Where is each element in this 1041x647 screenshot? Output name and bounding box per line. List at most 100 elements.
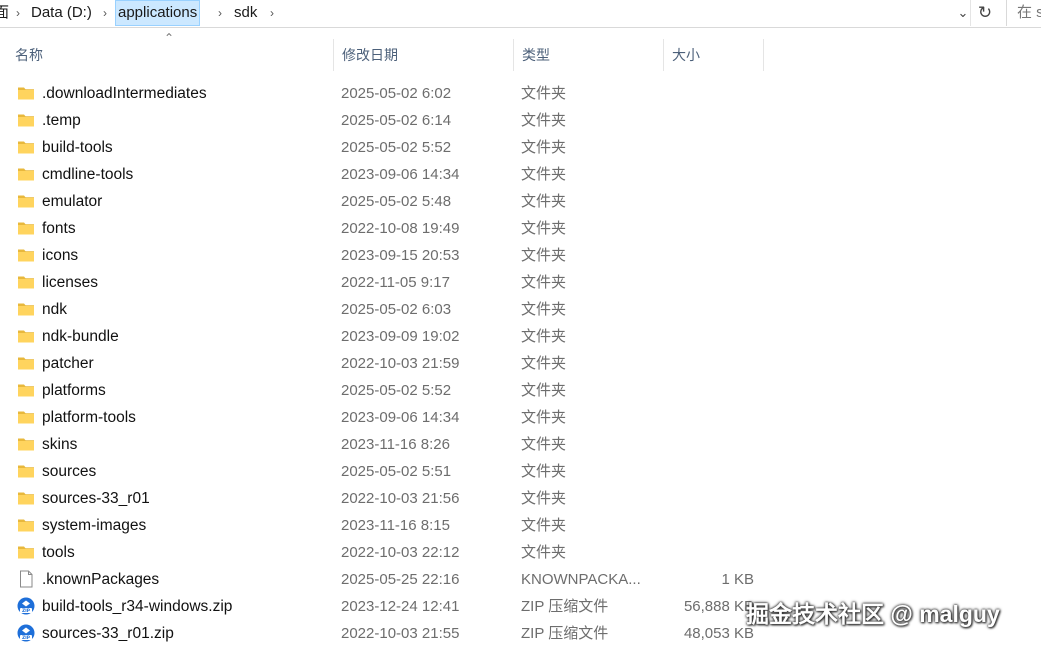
file-name: ndk-bundle [42,328,119,345]
file-size: 48,053 KB [683,625,754,642]
file-type: 文件夹 [521,544,567,561]
breadcrumb-separator-icon[interactable]: › [214,0,226,26]
file-type: ZIP 压缩文件 [521,625,609,642]
zip-icon: ZIP [17,597,35,615]
breadcrumb-item-data-drive[interactable]: Data (D:) [31,0,92,26]
file-type: 文件夹 [521,247,567,264]
file-date: 2022-10-03 22:12 [341,544,460,561]
list-item[interactable]: .downloadIntermediates 2025-05-02 6:02 文件夹 [0,80,1041,107]
folder-icon [17,139,35,155]
file-list: .downloadIntermediates 2025-05-02 6:02 文件夹… [0,80,1041,647]
folder-icon [17,517,35,533]
list-item[interactable]: cmdline-tools 2023-09-06 14:34 文件夹 [0,161,1041,188]
chevron-down-icon[interactable]: ⌄ [952,0,974,26]
file-name: .downloadIntermediates [42,85,207,102]
svg-text:ZIP: ZIP [22,635,31,641]
file-type: 文件夹 [521,328,567,345]
file-name: sources-33_r01 [42,490,150,507]
file-date: 2025-05-02 6:03 [341,301,452,318]
file-name: sources-33_r01.zip [42,625,174,642]
list-item[interactable]: licenses 2022-11-05 9:17 文件夹 [0,269,1041,296]
file-type: 文件夹 [521,355,567,372]
folder-icon [17,463,35,479]
list-item[interactable]: icons 2023-09-15 20:53 文件夹 [0,242,1041,269]
folder-icon [17,166,35,182]
file-date: 2023-12-24 12:41 [341,598,460,615]
file-date: 2023-11-16 8:26 [341,436,450,453]
file-type: 文件夹 [521,274,567,291]
file-type: 文件夹 [521,463,567,480]
file-name: icons [42,247,79,264]
file-type: 文件夹 [521,85,567,102]
list-item[interactable]: build-tools 2025-05-02 5:52 文件夹 [0,134,1041,161]
column-header-date[interactable]: 修改日期 [334,39,513,71]
file-name: system-images [42,517,147,534]
file-size: 1 KB [721,571,754,588]
file-date: 2022-10-08 19:49 [341,220,460,237]
list-item[interactable]: ndk 2025-05-02 6:03 文件夹 [0,296,1041,323]
file-type: 文件夹 [521,301,567,318]
breadcrumb-prefix[interactable]: 面 [0,0,9,26]
file-type: 文件夹 [521,112,567,129]
file-name: licenses [42,274,98,291]
file-name: skins [42,436,78,453]
file-name: emulator [42,193,103,210]
file-date: 2023-09-09 19:02 [341,328,460,345]
list-item[interactable]: emulator 2025-05-02 5:48 文件夹 [0,188,1041,215]
list-item[interactable]: platform-tools 2023-09-06 14:34 文件夹 [0,404,1041,431]
file-date: 2025-05-25 22:16 [341,571,460,588]
breadcrumb-separator-icon[interactable]: › [266,0,278,26]
file-type: 文件夹 [521,409,567,426]
file-type: 文件夹 [521,139,567,156]
file-type: ZIP 压缩文件 [521,598,609,615]
file-icon [17,570,35,588]
column-header-name[interactable]: 名称 [7,39,333,71]
file-date: 2022-10-03 21:56 [341,490,460,507]
file-date: 2023-09-06 14:34 [341,166,460,183]
column-header-row: ⌃ 名称 修改日期 类型 大小 [0,31,1041,71]
folder-icon [17,544,35,560]
list-item[interactable]: skins 2023-11-16 8:26 文件夹 [0,431,1041,458]
file-date: 2025-05-02 5:48 [341,193,452,210]
column-header-size[interactable]: 大小 [664,39,763,71]
watermark: 掘金技术社区 @ malguy [746,601,1000,627]
file-type: 文件夹 [521,220,567,237]
file-name: tools [42,544,75,561]
list-item[interactable]: .temp 2025-05-02 6:14 文件夹 [0,107,1041,134]
folder-icon [17,409,35,425]
folder-icon [17,85,35,101]
file-name: ndk [42,301,67,318]
file-date: 2025-05-02 6:14 [341,112,452,129]
list-item[interactable]: fonts 2022-10-08 19:49 文件夹 [0,215,1041,242]
file-name: platform-tools [42,409,136,426]
file-type: 文件夹 [521,193,567,210]
list-item[interactable]: system-images 2023-11-16 8:15 文件夹 [0,512,1041,539]
address-bar: 面 › Data (D:) › applications › sdk › ⌄ ↻… [0,0,1041,28]
list-item[interactable]: tools 2022-10-03 22:12 文件夹 [0,539,1041,566]
list-item[interactable]: ndk-bundle 2023-09-09 19:02 文件夹 [0,323,1041,350]
list-item[interactable]: patcher 2022-10-03 21:59 文件夹 [0,350,1041,377]
file-date: 2023-09-06 14:34 [341,409,460,426]
refresh-icon[interactable]: ↻ [974,0,996,26]
file-date: 2025-05-02 6:02 [341,85,452,102]
breadcrumb-item-sdk[interactable]: sdk [234,0,257,26]
folder-icon [17,328,35,344]
folder-icon [17,247,35,263]
column-divider[interactable] [763,39,764,71]
file-date: 2022-11-05 9:17 [341,274,450,291]
breadcrumb-separator-icon[interactable]: › [12,0,24,26]
breadcrumb[interactable]: 面 › Data (D:) › applications › sdk › [0,0,971,26]
column-header-type[interactable]: 类型 [514,39,663,71]
file-type: 文件夹 [521,517,567,534]
breadcrumb-separator-icon[interactable]: › [99,0,111,26]
list-item[interactable]: sources 2025-05-02 5:51 文件夹 [0,458,1041,485]
file-type: 文件夹 [521,436,567,453]
svg-text:ZIP: ZIP [22,608,31,614]
search-input[interactable]: 在 s [1006,0,1041,26]
breadcrumb-item-applications[interactable]: applications [115,0,201,26]
file-name: patcher [42,355,94,372]
list-item[interactable]: platforms 2025-05-02 5:52 文件夹 [0,377,1041,404]
file-type: 文件夹 [521,382,567,399]
list-item[interactable]: .knownPackages 2025-05-25 22:16 KNOWNPACKA… [0,566,1041,593]
list-item[interactable]: sources-33_r01 2022-10-03 21:56 文件夹 [0,485,1041,512]
